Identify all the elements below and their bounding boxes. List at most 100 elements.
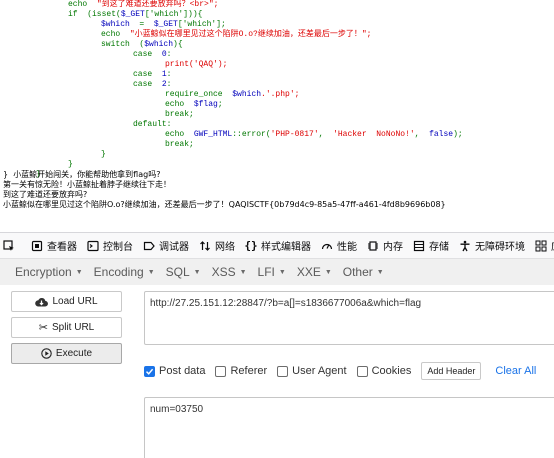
tab-performance[interactable]: 性能 bbox=[316, 233, 362, 258]
code-token: case bbox=[133, 50, 162, 59]
code-token: GWF_HTML bbox=[193, 130, 233, 139]
code-token: ::error( bbox=[232, 130, 271, 139]
tab-label: 网络 bbox=[215, 242, 235, 253]
code-token: "到这了难道还要放弃吗？<br>"; bbox=[96, 0, 219, 9]
menu-label: SQL bbox=[165, 265, 190, 279]
output-line-1: } 小蓝鲸开始闯关，你能帮助他拿到flag吗? bbox=[3, 170, 161, 179]
code-line: if (isset($_GET['which'])){ bbox=[68, 10, 202, 20]
caret-down-icon: ▼ bbox=[193, 268, 201, 276]
load-url-button[interactable]: Load URL bbox=[11, 291, 122, 312]
post-data-label: Post data bbox=[159, 365, 206, 377]
debugger-icon bbox=[143, 240, 155, 252]
caret-down-icon: ▼ bbox=[376, 268, 384, 276]
user-agent-checkbox[interactable] bbox=[277, 365, 289, 377]
tab-style-editor[interactable]: {} 样式编辑器 bbox=[240, 233, 316, 258]
add-header-button[interactable]: Add Header bbox=[421, 362, 482, 380]
code-token: print('QAQ'); bbox=[165, 60, 228, 69]
code-line: echo GWF_HTML::error('PHP-0817', 'Hacker… bbox=[165, 130, 463, 140]
menu-label: XSS bbox=[211, 265, 236, 279]
code-token: $flag bbox=[193, 100, 218, 109]
inspector-icon bbox=[31, 240, 43, 252]
element-picker-button[interactable] bbox=[0, 233, 22, 258]
tab-label: 性能 bbox=[337, 242, 357, 253]
code-token: "小蓝鲸似在哪里见过这个陷阱O.o?继续加油，还差最后一步了！"; bbox=[129, 30, 372, 39]
code-token: if (isset( bbox=[68, 10, 121, 19]
menu-label: LFI bbox=[257, 265, 275, 279]
code-line: break; bbox=[165, 110, 194, 120]
performance-icon bbox=[321, 240, 333, 252]
execute-button[interactable]: Execute bbox=[11, 343, 122, 364]
code-token: .'.php'; bbox=[261, 90, 300, 99]
tab-label: 控制台 bbox=[103, 242, 133, 253]
split-url-label: Split URL bbox=[51, 322, 95, 333]
code-token: $which bbox=[101, 20, 140, 29]
cookies-checkbox[interactable] bbox=[356, 365, 368, 377]
menu-encryption[interactable]: Encryption ▼ bbox=[15, 265, 83, 279]
url-textarea[interactable]: http://27.25.151.12:28847/?b=a[]=s183667… bbox=[144, 291, 554, 345]
tab-label: 调试器 bbox=[159, 242, 189, 253]
tab-inspector[interactable]: 查看器 bbox=[26, 233, 82, 258]
code-line: switch ($which){ bbox=[101, 40, 183, 50]
code-line: default: bbox=[133, 120, 171, 130]
code-token: $which bbox=[144, 40, 174, 49]
menu-encoding[interactable]: Encoding ▼ bbox=[94, 265, 155, 279]
caret-down-icon: ▼ bbox=[278, 268, 286, 276]
post-body-textarea[interactable]: num=03750 bbox=[144, 397, 554, 458]
cookies-option[interactable]: Cookies bbox=[356, 365, 411, 377]
code-token: break; bbox=[165, 110, 194, 119]
play-circle-icon bbox=[41, 348, 52, 359]
split-url-button[interactable]: ✂ Split URL bbox=[11, 317, 122, 338]
tab-label: 存储 bbox=[429, 242, 449, 253]
referer-option[interactable]: Referer bbox=[215, 365, 267, 377]
element-picker-icon bbox=[3, 239, 15, 252]
caret-down-icon: ▼ bbox=[239, 268, 247, 276]
tab-memory[interactable]: 内存 bbox=[362, 233, 408, 258]
user-agent-option[interactable]: User Agent bbox=[277, 365, 347, 377]
tab-application[interactable]: 应 bbox=[530, 233, 554, 258]
clear-all-link[interactable]: Clear All bbox=[495, 365, 536, 377]
tab-network[interactable]: 网络 bbox=[194, 233, 240, 258]
user-agent-label: User Agent bbox=[292, 365, 347, 377]
storage-icon bbox=[413, 240, 425, 252]
code-token: = bbox=[139, 20, 154, 29]
menu-sql[interactable]: SQL ▼ bbox=[166, 265, 201, 279]
caret-down-icon: ▼ bbox=[75, 268, 83, 276]
code-line: case 1: bbox=[133, 70, 171, 80]
referer-checkbox[interactable] bbox=[215, 365, 227, 377]
code-token: false bbox=[429, 130, 454, 139]
application-icon bbox=[535, 240, 547, 252]
console-icon bbox=[87, 240, 99, 252]
code-token: } bbox=[68, 160, 73, 169]
code-line: } bbox=[101, 150, 106, 160]
tab-label: 样式编辑器 bbox=[261, 242, 311, 253]
checkmark-icon bbox=[145, 368, 154, 375]
menu-other[interactable]: Other ▼ bbox=[343, 265, 384, 279]
code-line: case 0: bbox=[133, 50, 171, 60]
code-token: echo bbox=[101, 30, 130, 39]
code-line: require_once $which.'.php'; bbox=[165, 90, 299, 100]
cloud-download-icon bbox=[35, 297, 49, 307]
code-line: echo $flag; bbox=[165, 100, 223, 110]
tab-console[interactable]: 控制台 bbox=[82, 233, 138, 258]
code-token: echo bbox=[68, 0, 97, 9]
code-token: break; bbox=[165, 140, 194, 149]
tab-debugger[interactable]: 调试器 bbox=[138, 233, 194, 258]
caret-down-icon: ▼ bbox=[147, 268, 155, 276]
code-token: case bbox=[133, 70, 162, 79]
code-token: default: bbox=[133, 120, 172, 129]
menu-xss[interactable]: XSS ▼ bbox=[212, 265, 247, 279]
code-token: echo bbox=[165, 100, 194, 109]
request-options: Post data Referer User Agent Cookies Add… bbox=[144, 361, 536, 381]
post-data-checkbox[interactable] bbox=[144, 365, 155, 377]
menu-xxe[interactable]: XXE ▼ bbox=[297, 265, 332, 279]
menu-lfi[interactable]: LFI ▼ bbox=[258, 265, 286, 279]
tab-accessibility[interactable]: 无障碍环境 bbox=[454, 233, 530, 258]
referer-label: Referer bbox=[230, 365, 268, 377]
code-line: break; bbox=[165, 140, 194, 150]
tab-storage[interactable]: 存储 bbox=[408, 233, 454, 258]
code-token: : bbox=[166, 70, 172, 79]
post-data-option[interactable]: Post data bbox=[144, 365, 205, 377]
code-token: switch ( bbox=[101, 40, 145, 49]
code-line: } bbox=[68, 160, 73, 170]
menu-label: XXE bbox=[296, 265, 321, 279]
